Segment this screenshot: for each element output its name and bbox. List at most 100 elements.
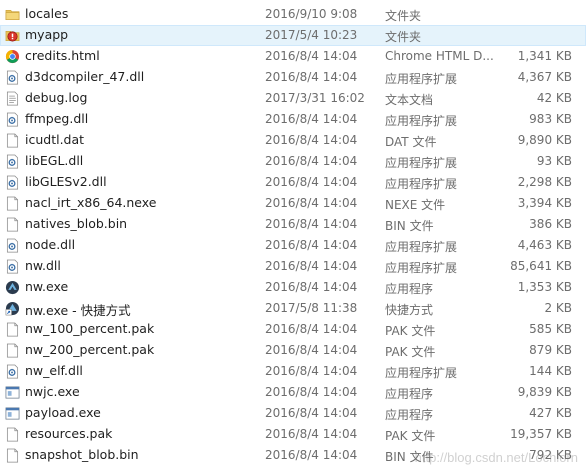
app-folder-icon xyxy=(5,28,20,43)
file-size: 9,839 KB xyxy=(517,385,572,399)
file-size: 1,353 KB xyxy=(517,280,572,294)
file-date-modified: 2016/8/4 14:04 xyxy=(265,448,358,462)
file-type: 应用程序扩展 xyxy=(385,366,458,380)
file-name: nw.exe xyxy=(25,279,69,294)
file-name: myapp xyxy=(25,27,69,42)
file-row[interactable]: myapp 2017/5/4 10:23 文件夹 xyxy=(0,25,586,46)
file-row[interactable]: nacl_irt_x86_64.nexe 2016/8/4 14:04 NEXE 文… xyxy=(0,193,586,214)
file-size: 792 KB xyxy=(529,448,572,462)
file-row[interactable]: libEGL.dll 2016/8/4 14:04 应用程序扩展 93 KB xyxy=(0,151,586,172)
file-size: 144 KB xyxy=(529,364,572,378)
file-date-modified: 2016/8/4 14:04 xyxy=(265,385,358,399)
file-date-modified: 2016/9/10 9:08 xyxy=(265,7,358,21)
file-name: snapshot_blob.bin xyxy=(25,447,139,462)
file-date-modified: 2016/8/4 14:04 xyxy=(265,112,358,126)
file-name: nw.exe - 快捷方式 xyxy=(25,303,131,318)
file-size: 4,463 KB xyxy=(517,238,572,252)
file-row[interactable]: snapshot_blob.bin 2016/8/4 14:04 BIN 文件 792… xyxy=(0,445,586,466)
file-type: 文件夹 xyxy=(385,9,422,23)
file-size: 93 KB xyxy=(536,154,572,168)
file-row[interactable]: nw.dll 2016/8/4 14:04 应用程序扩展 85,641 KB xyxy=(0,256,586,277)
file-row[interactable]: natives_blob.bin 2016/8/4 14:04 BIN 文件 386 … xyxy=(0,214,586,235)
file-row[interactable]: libGLESv2.dll 2016/8/4 14:04 应用程序扩展 2,298 K… xyxy=(0,172,586,193)
file-type: PAK 文件 xyxy=(385,429,436,443)
file-type: 应用程序扩展 xyxy=(385,114,458,128)
file-date-modified: 2016/8/4 14:04 xyxy=(265,217,358,231)
file-icon xyxy=(5,217,20,232)
file-type: Chrome HTML D... xyxy=(385,49,494,63)
file-date-modified: 2016/8/4 14:04 xyxy=(265,196,358,210)
file-row[interactable]: credits.html 2016/8/4 14:04 Chrome HTML D.… xyxy=(0,46,586,67)
file-name: libGLESv2.dll xyxy=(25,174,107,189)
text-file-icon xyxy=(5,91,20,106)
file-date-modified: 2016/8/4 14:04 xyxy=(265,175,358,189)
file-row[interactable]: payload.exe 2016/8/4 14:04 应用程序 427 KB xyxy=(0,403,586,424)
file-size: 1,341 KB xyxy=(517,49,572,63)
file-size: 2 KB xyxy=(544,301,572,315)
file-row[interactable]: icudtl.dat 2016/8/4 14:04 DAT 文件 9,890 KB xyxy=(0,130,586,151)
file-size: 42 KB xyxy=(536,91,572,105)
file-row[interactable]: locales 2016/9/10 9:08 文件夹 xyxy=(0,4,586,25)
file-type: BIN 文件 xyxy=(385,450,434,464)
file-name: ffmpeg.dll xyxy=(25,111,89,126)
file-row[interactable]: nw_200_percent.pak 2016/8/4 14:04 PAK 文件 87… xyxy=(0,340,586,361)
file-name: nacl_irt_x86_64.nexe xyxy=(25,195,157,210)
dll-icon xyxy=(5,154,20,169)
dll-icon xyxy=(5,364,20,379)
file-row[interactable]: nw.exe - 快捷方式 2017/5/8 11:38 快捷方式 2 KB xyxy=(0,298,586,319)
file-type: 应用程序 xyxy=(385,387,434,401)
file-date-modified: 2016/8/4 14:04 xyxy=(265,406,358,420)
file-size: 983 KB xyxy=(529,112,572,126)
file-icon xyxy=(5,427,20,442)
file-size: 2,298 KB xyxy=(517,175,572,189)
file-date-modified: 2016/8/4 14:04 xyxy=(265,70,358,84)
file-size: 427 KB xyxy=(529,406,572,420)
file-type: 应用程序扩展 xyxy=(385,261,458,275)
file-row[interactable]: nw_100_percent.pak 2016/8/4 14:04 PAK 文件 58… xyxy=(0,319,586,340)
file-name: natives_blob.bin xyxy=(25,216,128,231)
file-row[interactable]: node.dll 2016/8/4 14:04 应用程序扩展 4,463 KB xyxy=(0,235,586,256)
dll-icon xyxy=(5,259,20,274)
file-row[interactable]: ffmpeg.dll 2016/8/4 14:04 应用程序扩展 983 KB xyxy=(0,109,586,130)
file-date-modified: 2017/5/8 11:38 xyxy=(265,301,358,315)
file-icon xyxy=(5,448,20,463)
file-type: 文本文档 xyxy=(385,93,434,107)
file-name: credits.html xyxy=(25,48,100,63)
file-name: debug.log xyxy=(25,90,88,105)
file-row[interactable]: d3dcompiler_47.dll 2016/8/4 14:04 应用程序扩展 4,… xyxy=(0,67,586,88)
file-date-modified: 2016/8/4 14:04 xyxy=(265,133,358,147)
file-type: 应用程序扩展 xyxy=(385,72,458,86)
file-name: nw_elf.dll xyxy=(25,363,83,378)
file-row[interactable]: debug.log 2017/3/31 16:02 文本文档 42 KB xyxy=(0,88,586,109)
file-name: node.dll xyxy=(25,237,76,252)
shortcut-icon xyxy=(5,301,20,316)
file-size: 85,641 KB xyxy=(510,259,572,273)
file-date-modified: 2016/8/4 14:04 xyxy=(265,343,358,357)
dll-icon xyxy=(5,70,20,85)
file-row[interactable]: resources.pak 2016/8/4 14:04 PAK 文件 19,357 … xyxy=(0,424,586,445)
file-date-modified: 2016/8/4 14:04 xyxy=(265,427,358,441)
nwjs-exe-icon xyxy=(5,280,20,295)
file-name: nw_200_percent.pak xyxy=(25,342,155,357)
file-name: resources.pak xyxy=(25,426,113,441)
file-name: locales xyxy=(25,6,69,21)
file-date-modified: 2016/8/4 14:04 xyxy=(265,238,358,252)
file-date-modified: 2016/8/4 14:04 xyxy=(265,364,358,378)
file-name: nw.dll xyxy=(25,258,61,273)
file-name: icudtl.dat xyxy=(25,132,85,147)
file-row[interactable]: nwjc.exe 2016/8/4 14:04 应用程序 9,839 KB xyxy=(0,382,586,403)
dll-icon xyxy=(5,112,20,127)
file-date-modified: 2016/8/4 14:04 xyxy=(265,259,358,273)
file-icon xyxy=(5,343,20,358)
folder-icon xyxy=(5,7,20,22)
file-row[interactable]: nw.exe 2016/8/4 14:04 应用程序 1,353 KB xyxy=(0,277,586,298)
file-size: 879 KB xyxy=(529,343,572,357)
file-name: payload.exe xyxy=(25,405,101,420)
file-row[interactable]: nw_elf.dll 2016/8/4 14:04 应用程序扩展 144 KB xyxy=(0,361,586,382)
chrome-html-icon xyxy=(5,49,20,64)
file-type: 快捷方式 xyxy=(385,303,434,317)
file-date-modified: 2016/8/4 14:04 xyxy=(265,154,358,168)
dll-icon xyxy=(5,175,20,190)
file-date-modified: 2017/3/31 16:02 xyxy=(265,91,365,105)
file-icon xyxy=(5,133,20,148)
